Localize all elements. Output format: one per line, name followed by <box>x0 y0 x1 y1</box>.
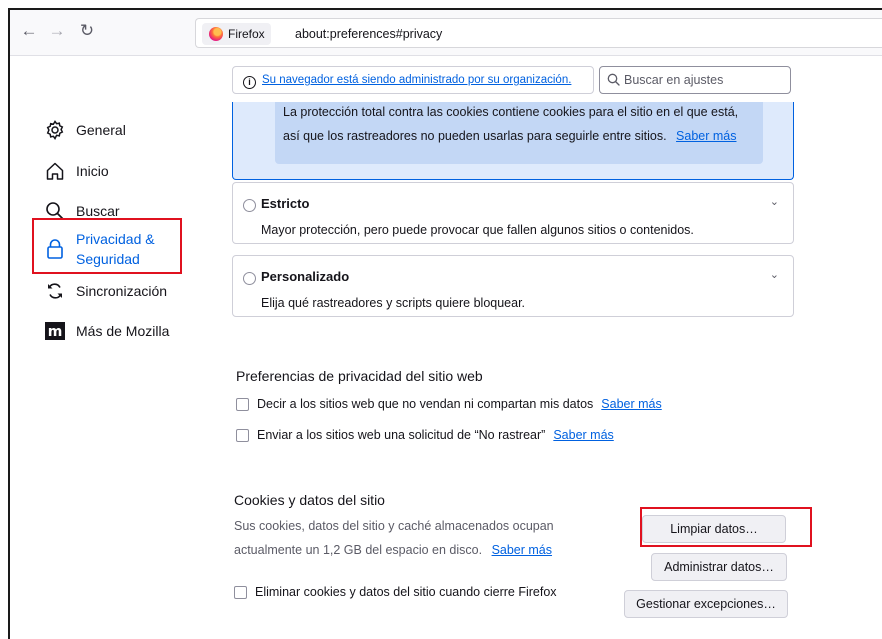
delete-on-close-label[interactable]: Eliminar cookies y datos del sitio cuand… <box>255 585 557 599</box>
tracking-standard-card: La protección total contra las cookies c… <box>232 102 794 180</box>
dnt-learn-more-link[interactable]: Saber más <box>553 428 613 442</box>
arrow-right-icon[interactable]: → <box>46 20 68 42</box>
cookies-title: Cookies y datos del sitio <box>234 492 385 508</box>
custom-description: Elija qué rastreadores y scripts quiere … <box>261 296 526 310</box>
highlight-box-sidebar <box>32 218 182 274</box>
mozilla-logo-icon: m <box>44 320 66 342</box>
identity-label: Firefox <box>228 27 265 41</box>
managed-notice: i Su navegador está siendo administrado p… <box>232 66 594 94</box>
browser-window: ← → ↻ Firefox about:preferences#privacy … <box>8 8 882 639</box>
sidebar-item-sincronizacion[interactable]: Sincronización <box>44 277 167 305</box>
manage-exceptions-button[interactable]: Gestionar excepciones… <box>624 590 788 618</box>
strict-title: Estricto <box>261 196 310 211</box>
search-input-box[interactable] <box>599 66 791 94</box>
chevron-down-icon[interactable]: ⌄ <box>770 195 779 208</box>
gear-icon <box>44 119 66 141</box>
cookies-desc-line2-text: actualmente un 1,2 GB del espacio en dis… <box>234 543 483 557</box>
standard-learn-more-link[interactable]: Saber más <box>676 129 736 143</box>
arrow-left-icon[interactable]: ← <box>18 20 40 42</box>
info-icon: i <box>243 76 256 89</box>
delete-on-close-row: Eliminar cookies y datos del sitio cuand… <box>234 585 557 599</box>
manage-data-button[interactable]: Administrar datos… <box>651 553 787 581</box>
home-icon <box>44 160 66 182</box>
sidebar-item-label: General <box>76 122 126 138</box>
highlight-box-clear-data <box>640 507 812 547</box>
strict-description: Mayor protección, pero puede provocar qu… <box>261 223 694 237</box>
dnt-label[interactable]: Enviar a los sitios web una solicitud de… <box>257 428 545 442</box>
search-input[interactable] <box>622 67 787 93</box>
dnt-checkbox[interactable] <box>236 428 249 442</box>
dnt-row: Enviar a los sitios web una solicitud de… <box>236 428 614 442</box>
standard-text-line2-text: así que los rastreadores no pueden usarl… <box>283 129 667 143</box>
sync-icon <box>44 280 66 302</box>
search-icon <box>607 73 620 91</box>
sidebar-item-label: Buscar <box>76 203 120 219</box>
strict-radio[interactable] <box>243 199 256 212</box>
sidebar-item-mozilla[interactable]: m Más de Mozilla <box>44 317 169 345</box>
tracking-strict-card[interactable]: Estricto ⌄ Mayor protección, pero puede … <box>232 182 794 244</box>
dnsell-learn-more-link[interactable]: Saber más <box>601 397 661 411</box>
browser-toolbar: ← → ↻ Firefox about:preferences#privacy <box>10 10 882 56</box>
dnsell-checkbox[interactable] <box>236 397 249 411</box>
privacy-prefs-title: Preferencias de privacidad del sitio web <box>236 368 483 384</box>
url-text[interactable]: about:preferences#privacy <box>295 19 442 49</box>
dnsell-row: Decir a los sitios web que no vendan ni … <box>236 397 662 411</box>
sidebar-item-label: Más de Mozilla <box>76 323 170 339</box>
sidebar-item-label: Inicio <box>76 163 109 179</box>
firefox-logo-icon <box>209 27 223 41</box>
cookies-desc-line2: actualmente un 1,2 GB del espacio en dis… <box>234 538 554 562</box>
standard-text-line1: La protección total contra las cookies c… <box>283 105 739 119</box>
identity-box[interactable]: Firefox <box>202 23 271 45</box>
cookies-learn-more-link[interactable]: Saber más <box>492 543 552 557</box>
standard-info-box: La protección total contra las cookies c… <box>275 102 763 164</box>
reload-icon[interactable]: ↻ <box>76 20 98 42</box>
cookies-desc-line1: Sus cookies, datos del sitio y caché alm… <box>234 519 554 533</box>
tracking-custom-card[interactable]: Personalizado ⌄ Elija qué rastreadores y… <box>232 255 794 317</box>
custom-title: Personalizado <box>261 269 350 284</box>
sidebar-item-general[interactable]: General <box>44 116 126 144</box>
standard-text-line2: así que los rastreadores no pueden usarl… <box>283 124 755 148</box>
dnsell-label[interactable]: Decir a los sitios web que no vendan ni … <box>257 397 593 411</box>
delete-on-close-checkbox[interactable] <box>234 585 247 599</box>
cookies-description: Sus cookies, datos del sitio y caché alm… <box>234 514 554 562</box>
svg-text:m: m <box>48 324 63 340</box>
sidebar-item-label: Sincronización <box>76 283 168 299</box>
chevron-down-icon[interactable]: ⌄ <box>770 268 779 281</box>
custom-radio[interactable] <box>243 272 256 285</box>
url-bar[interactable]: Firefox about:preferences#privacy <box>195 18 882 48</box>
sidebar-item-inicio[interactable]: Inicio <box>44 157 109 185</box>
managed-notice-link[interactable]: Su navegador está siendo administrado po… <box>262 74 571 86</box>
